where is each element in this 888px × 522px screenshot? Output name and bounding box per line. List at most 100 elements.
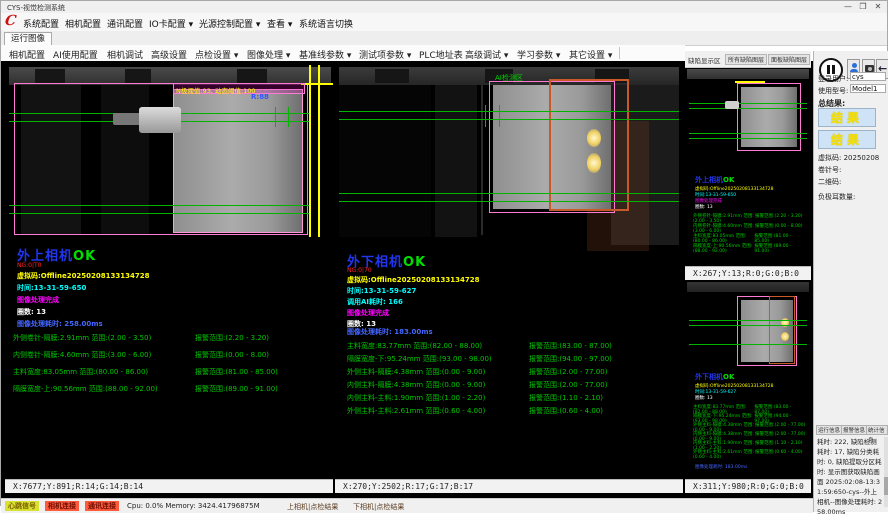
main-view: N极阈值:93, 动态阈值:100 R:88 外上相机OK NG:0|T0 虚拟… xyxy=(1,61,813,498)
ai-time-line: 调用AI耗时: 166 xyxy=(347,297,403,307)
turns-line: 圈数: 13 xyxy=(695,395,713,401)
tool-plc-table[interactable]: PLC地址表 xyxy=(419,48,463,61)
measure-text: 隔膜宽度-上:90.56mm 范围:(88.00 - 92.00) xyxy=(693,243,754,254)
camera-link-badge: 相机连接 xyxy=(45,501,79,511)
vcode-label: 虚拟码: 20250208 xyxy=(818,153,879,163)
tab-strip: 运行图像 xyxy=(1,31,887,46)
menu-camera-config[interactable]: 相机配置 xyxy=(65,17,101,30)
probe-value-label: R:88 xyxy=(251,93,269,101)
tool-check-setup[interactable]: 点检设置 ▾ xyxy=(195,48,238,61)
tool-ai-use-config[interactable]: AI使用配置 xyxy=(53,48,98,61)
maximize-icon[interactable]: ❐ xyxy=(856,2,870,12)
defect-layer-header: 缺陷显示区 所有缺陷图层 面板缺陷图层 xyxy=(685,51,811,68)
tab-panel-defect-layers[interactable]: 面板缺陷图层 xyxy=(768,54,810,65)
measurement-row: 主料宽度:83.77mm 范围:(82.00 - 88.00)报警范围:(83.… xyxy=(347,341,677,351)
menu-comm-config[interactable]: 通讯配置 xyxy=(107,17,143,30)
measure-line xyxy=(689,138,807,139)
neg-tab-count-label: 负极耳数量: xyxy=(818,192,855,202)
cursor-coords: X:267;Y:13;R:0;G:0;B:0 xyxy=(693,269,799,278)
thumb-top-panel[interactable]: 外上相机OK 虚拟码:Offline20250208133134728 时间:1… xyxy=(685,67,811,266)
done-line: 图像处理完成 xyxy=(347,308,389,318)
user-icon xyxy=(852,63,857,68)
tool-baseline-params[interactable]: 基准线参数 ▾ xyxy=(299,48,351,61)
measurement-row: 隔膜宽度-上:90.56mm 范围:(88.00 - 92.00)报警范围:(8… xyxy=(693,243,807,254)
tab-run-image[interactable]: 运行图像 xyxy=(4,32,52,45)
measure-text: 隔膜宽度-上:90.56mm 范围:(88.00 - 92.00) xyxy=(13,384,195,394)
tool-camera-config[interactable]: 相机配置 xyxy=(9,48,45,61)
menu-view[interactable]: 查看 ▾ xyxy=(267,17,292,30)
measure-line xyxy=(689,344,807,345)
ai-region-label: AI检测区 xyxy=(495,73,523,83)
measurement-row: 外侧主料-主料:2.61mm 范围:(0.60 - 4.00)报警范围:(0.6… xyxy=(693,449,807,460)
camera-title: 外上相机OK xyxy=(695,175,734,185)
alarm-text: 报警范围:(0.00 - 8.00) xyxy=(195,350,269,360)
log-scrollbar[interactable] xyxy=(884,437,888,507)
scrollbar-thumb[interactable] xyxy=(884,477,888,495)
tab-run-info[interactable]: 运行信息 xyxy=(816,425,842,435)
camera-name: 外下相机 xyxy=(695,373,723,381)
left-panel-statusbar: X:7677;Y:891;R:14;G:14;B:14 xyxy=(5,479,333,493)
elapsed-line: 图像处理耗时: 258.00ms xyxy=(17,319,103,329)
machine-top-band xyxy=(687,282,809,292)
comm-link-badge: 通讯连接 xyxy=(85,501,119,511)
menu-light-config[interactable]: 光源控制配置 ▾ xyxy=(199,17,260,30)
tool-learn-params[interactable]: 学习参数 ▾ xyxy=(517,48,560,61)
machine-top-band xyxy=(687,69,809,79)
measure-line xyxy=(339,119,679,120)
tool-image-process[interactable]: 图像处理 ▾ xyxy=(247,48,290,61)
defect-display-label: 缺陷显示区 xyxy=(688,55,721,65)
menu-system-config[interactable]: 系统配置 xyxy=(23,17,59,30)
alarm-text: 报警范围:(89.00 - 91.00) xyxy=(754,243,807,254)
measure-tick xyxy=(275,107,276,127)
measure-line xyxy=(339,193,679,194)
measure-text: 外侧主料-主料:2.61mm 范围:(0.60 - 4.00) xyxy=(693,449,755,460)
close-icon[interactable]: ✕ xyxy=(871,2,885,12)
upper-camera-check-link[interactable]: 上相机|点检结果 xyxy=(287,502,338,512)
right-sidebar: ← 登录用户: 使用型号: 总结果: 结果 结果 虚拟码: 20250208 卷… xyxy=(813,51,888,512)
tool-advanced-debug[interactable]: 高级调试 ▾ xyxy=(465,48,508,61)
alarm-text: 报警范围:(89.00 - 91.00) xyxy=(195,384,278,394)
tab-stats-info[interactable]: 统计信息 xyxy=(866,425,888,435)
result-text: 结果 xyxy=(831,131,863,148)
result-ok-label: OK xyxy=(723,176,734,184)
tab-alarm-info[interactable]: 报警信息 xyxy=(841,425,867,435)
thumb-bottom-panel[interactable]: 外下相机OK 虚拟码:Offline20250208133134728 时间:1… xyxy=(685,280,811,479)
alarm-text: 报警范围:(0.60 - 4.00) xyxy=(529,406,603,416)
login-user-input[interactable] xyxy=(850,72,886,81)
menu-language-switch[interactable]: 系统语言切换 xyxy=(299,17,353,30)
tool-test-params[interactable]: 测试项参数 ▾ xyxy=(359,48,411,61)
machine-shadow xyxy=(339,85,431,237)
measure-line xyxy=(689,103,807,104)
alarm-text: 报警范围:(2.00 - 77.00) xyxy=(529,380,607,390)
measure-line xyxy=(9,205,309,206)
measurement-row: 内侧主料-主料:1.90mm 范围:(1.00 - 2.20)报警范围:(1.1… xyxy=(347,393,677,403)
measurement-row: 隔膜宽度-下:95.24mm 范围:(93.00 - 98.00)报警范围:(9… xyxy=(347,354,677,364)
menu-io-config[interactable]: IO卡配置 ▾ xyxy=(149,17,193,30)
measurement-row: 外侧主料-隔膜:4.38mm 范围:(0.00 - 9.00)报警范围:(2.0… xyxy=(347,367,677,377)
guide-line-vertical xyxy=(318,65,320,237)
alarm-text: 报警范围:(2.20 - 3.20) xyxy=(195,333,269,343)
tool-advanced-setup[interactable]: 高级设置 xyxy=(151,48,187,61)
middle-camera-panel[interactable]: AI检测区 外下相机OK NG:0|70 虚拟码:Offline20250208… xyxy=(335,61,683,498)
tool-camera-debug[interactable]: 相机调试 xyxy=(107,48,143,61)
elapsed-line: 图像处理耗时: 183.00ms xyxy=(347,327,433,337)
tab-all-defect-layers[interactable]: 所有缺陷图层 xyxy=(725,54,767,65)
material-region xyxy=(173,89,303,233)
measurement-row: 隔膜宽度-上:90.56mm 范围:(88.00 - 92.00)报警范围:(8… xyxy=(13,384,329,394)
clamp-head xyxy=(725,101,739,109)
measure-tick xyxy=(485,105,486,127)
minimize-icon[interactable]: — xyxy=(841,2,855,12)
measurement-row: 外侧主料-主料:2.61mm 范围:(0.60 - 4.00)报警范围:(0.6… xyxy=(347,406,677,416)
reflection-glint xyxy=(587,153,601,173)
left-camera-panel[interactable]: N极阈值:93, 动态阈值:100 R:88 外上相机OK NG:0|T0 虚拟… xyxy=(5,61,333,498)
log-text: 耗时: 222, 缺陷检测耗时: 17, 缺陷分类耗时: 0, 缺陷提取分区耗时… xyxy=(817,437,883,518)
model-input[interactable] xyxy=(850,84,886,93)
result-box-upper: 结果 xyxy=(818,108,876,127)
measure-line xyxy=(339,111,679,112)
lower-camera-check-link[interactable]: 下相机|点检结果 xyxy=(353,502,404,512)
alarm-text: 报警范围:(83.00 - 87.00) xyxy=(529,341,612,351)
qr-code-label: 二维码: xyxy=(818,177,841,187)
result-box-lower: 结果 xyxy=(818,130,876,149)
tool-other-setup[interactable]: 其它设置 ▾ xyxy=(569,48,612,61)
title-bar[interactable]: CYS-视觉检测系统 — ❐ ✕ xyxy=(1,1,887,13)
